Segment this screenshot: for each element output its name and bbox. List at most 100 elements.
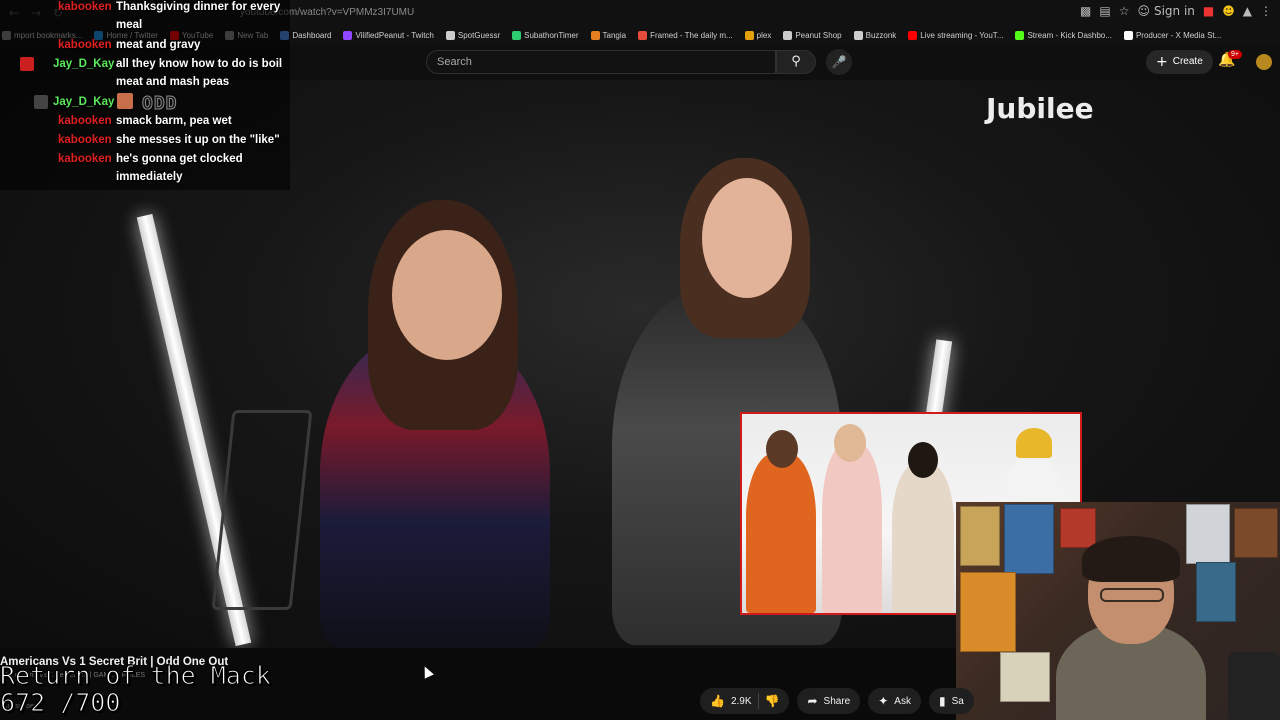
share-arrow-icon: ➦	[807, 694, 818, 708]
bookmark-item[interactable]: Stream - Kick Dashbo...	[1015, 30, 1112, 40]
jubilee-watermark: Jubilee	[986, 92, 1094, 125]
bookmark-label: Producer - X Media St...	[1135, 30, 1222, 40]
chat-username: kabooken	[58, 39, 112, 51]
bookmark-favicon-icon	[445, 30, 455, 40]
bookmark-item[interactable]: Producer - X Media St...	[1123, 30, 1222, 40]
chat-username: kabooken	[58, 153, 112, 165]
create-label: Create	[1172, 56, 1203, 67]
install-icon[interactable]: ▩	[1080, 4, 1091, 18]
extensions-puzzle-icon[interactable]: ▲	[1243, 4, 1252, 18]
bookmark-favicon-icon	[512, 30, 522, 40]
odd-one-out-logo: ODD	[142, 93, 178, 115]
bookmark-label: SpotGuessr	[457, 30, 501, 40]
emote-icon	[117, 93, 133, 109]
chat-message: meat and gravy	[116, 39, 201, 51]
extension-icon[interactable]: ■	[1203, 4, 1214, 18]
bookmark-label: plex	[756, 30, 772, 40]
poster	[960, 572, 1016, 652]
bookmark-label: VilifiedPeanut - Twitch	[355, 30, 434, 40]
chat-message: Thanksgiving dinner for every meal	[116, 0, 286, 34]
bookmark-icon: ▮	[938, 694, 946, 708]
chat-username: Jay_D_Kay	[53, 58, 115, 70]
streamer-glasses	[1100, 588, 1164, 602]
bookmark-item[interactable]: Tangia	[590, 30, 627, 40]
poster	[1196, 562, 1236, 622]
pip-head-4	[1016, 428, 1052, 458]
save-button[interactable]: ▮ Sa	[928, 688, 974, 714]
sparkle-icon: ✦	[878, 694, 889, 708]
cast-icon[interactable]: ▤	[1099, 4, 1110, 18]
save-label: Sa	[951, 695, 964, 707]
thumbs-down-icon[interactable]: 👎	[765, 694, 780, 708]
plus-icon: +	[1156, 54, 1168, 70]
bookmark-label: Stream - Kick Dashbo...	[1027, 30, 1112, 40]
chat-message: she messes it up on the "like"	[116, 134, 280, 146]
bookmark-label: SubathonTimer	[524, 30, 579, 40]
create-button[interactable]: + Create	[1146, 50, 1213, 74]
signin-button[interactable]: ☺ Sign in	[1137, 4, 1194, 18]
bookmark-item[interactable]: VilifiedPeanut - Twitch	[343, 30, 434, 40]
chat-username: kabooken	[58, 134, 112, 146]
bookmark-label: Dashboard	[292, 30, 332, 40]
thumbs-up-icon[interactable]: 👍	[710, 694, 725, 708]
streamer-webcam	[956, 502, 1280, 720]
avatar[interactable]	[1256, 54, 1272, 70]
voice-search-button[interactable]: 🎤	[826, 49, 852, 75]
crt-monitor	[1000, 652, 1050, 702]
poster	[1060, 508, 1096, 548]
bookmark-favicon-icon	[853, 30, 863, 40]
like-count[interactable]: 2.9K	[731, 696, 752, 707]
bookmark-label: Buzzonk	[865, 30, 897, 40]
bookmark-label: Live streaming - YouT...	[920, 30, 1004, 40]
bookmark-item[interactable]: Buzzonk	[853, 30, 897, 40]
bookmark-item[interactable]: plex	[744, 30, 772, 40]
bookmark-item[interactable]: Framed - The daily m...	[638, 30, 733, 40]
search-input[interactable]: Search	[426, 50, 776, 74]
song-overlay: Return of the Mack 672 /700	[0, 662, 271, 717]
streamer-hair	[1082, 536, 1180, 582]
person-left-face	[392, 230, 502, 360]
bookmark-favicon-icon	[1123, 30, 1133, 40]
ask-button[interactable]: ✦ Ask	[868, 688, 921, 714]
pip-person-3	[892, 463, 954, 613]
search-icon: ⚲	[791, 54, 801, 69]
bookmark-favicon-icon	[908, 30, 918, 40]
person-right-face	[702, 178, 792, 298]
star-icon[interactable]: ☆	[1119, 4, 1130, 18]
chat-username: Jay_D_Kay	[53, 96, 115, 108]
stream-chat-overlay: kabooken Thanksgiving dinner for every m…	[0, 0, 290, 190]
share-label: Share	[823, 695, 851, 707]
ask-label: Ask	[894, 695, 911, 707]
bookmark-favicon-icon	[343, 30, 353, 40]
poster	[1186, 504, 1230, 564]
menu-kebab-icon[interactable]: ⋮	[1260, 4, 1272, 18]
emoji-icon[interactable]: ☻	[1222, 4, 1235, 18]
pip-head-2	[834, 424, 866, 462]
bookmark-favicon-icon	[1015, 30, 1025, 40]
bookmark-label: Peanut Shop	[795, 30, 842, 40]
share-button[interactable]: ➦ Share	[797, 688, 861, 714]
pip-person-2	[822, 443, 882, 613]
account-icon: ☺	[1137, 4, 1150, 18]
screen: ← → ↻ youtube.com/watch?v=VPMMz3I7UMU ▩ …	[0, 0, 1280, 720]
bookmark-label: Tangia	[602, 30, 627, 40]
mic-icon: 🎤	[831, 55, 847, 69]
bookmark-item[interactable]: SpotGuessr	[445, 30, 501, 40]
search-button[interactable]: ⚲	[776, 50, 816, 74]
pip-head-1	[766, 430, 798, 468]
poster	[1004, 504, 1054, 574]
bookmark-label: Framed - The daily m...	[650, 30, 733, 40]
bookmark-favicon-icon	[590, 30, 600, 40]
bookmark-item[interactable]: SubathonTimer	[512, 30, 579, 40]
chat-badge-icon	[34, 95, 48, 109]
chat-badge-icon	[20, 57, 34, 71]
pip-person-1	[746, 453, 816, 613]
video-actions: 👍 2.9K 👎 ➦ Share ✦ Ask ▮ Sa	[700, 688, 974, 714]
bookmark-item[interactable]: Live streaming - YouT...	[908, 30, 1004, 40]
notification-badge: 9+	[1228, 50, 1242, 59]
bookmark-favicon-icon	[744, 30, 754, 40]
poster	[960, 506, 1000, 566]
bookmark-item[interactable]: Peanut Shop	[783, 30, 842, 40]
like-dislike-group: 👍 2.9K 👎	[700, 688, 790, 714]
chat-message: smack barm, pea wet	[116, 115, 232, 127]
